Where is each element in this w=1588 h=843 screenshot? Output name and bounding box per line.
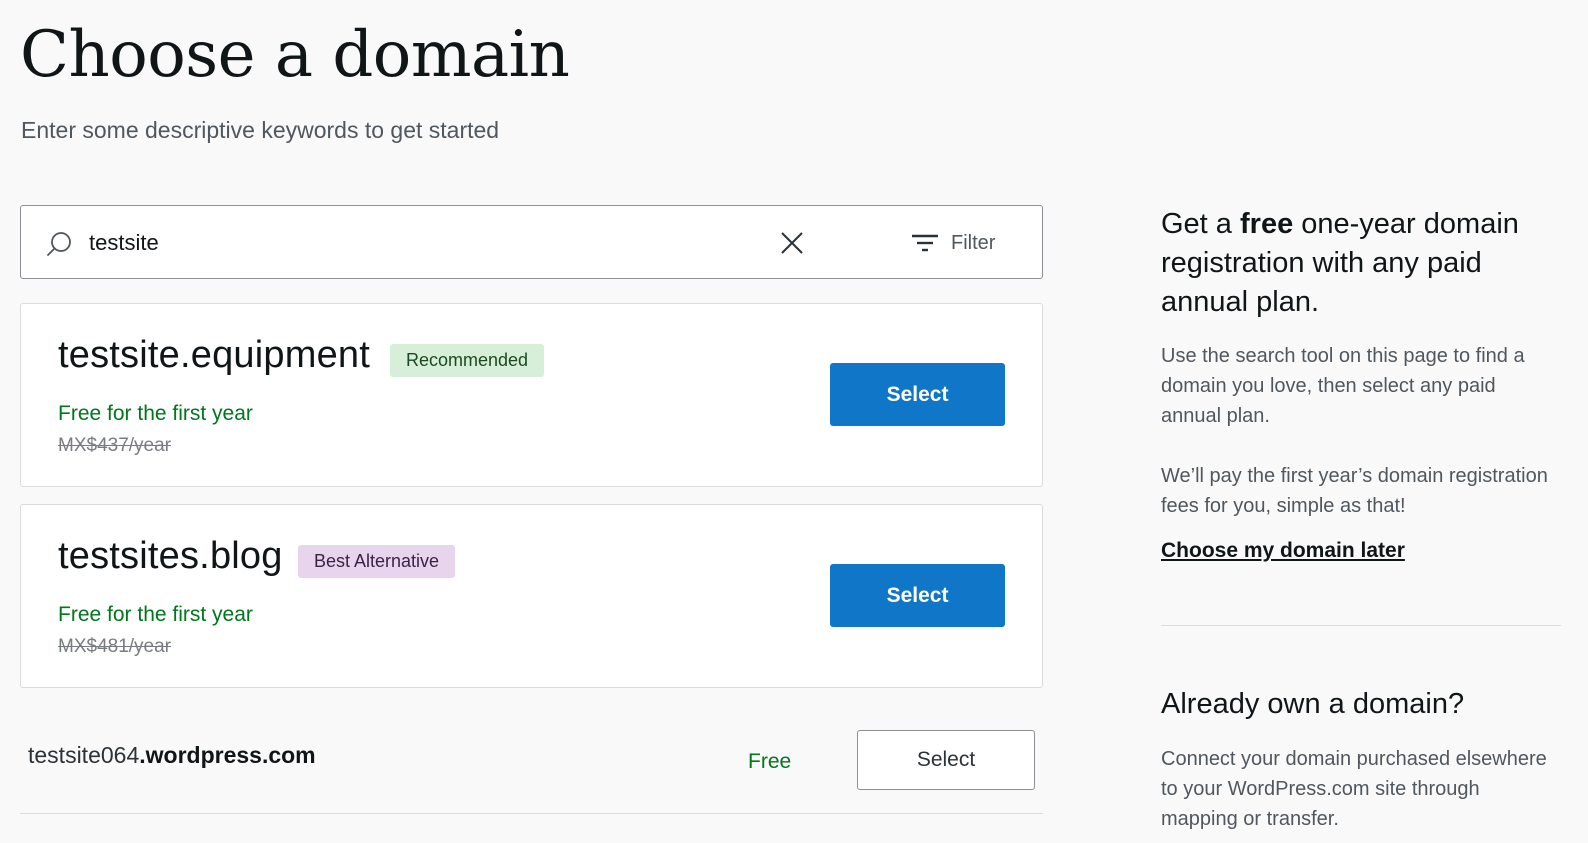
search-icon [47, 232, 71, 256]
select-free-button[interactable]: Select [857, 730, 1035, 790]
promo-heading: Get a free one-year domain registration … [1161, 205, 1561, 322]
domain-result-card: testsite.equipment Recommended Free for … [20, 303, 1043, 487]
promo-prefix: Get a [1161, 208, 1240, 240]
subdomain-suffix: .wordpress.com [139, 742, 316, 768]
select-button[interactable]: Select [830, 564, 1005, 627]
subdomain-name: testsite064 [28, 742, 140, 768]
choose-domain-later-link[interactable]: Choose my domain later [1161, 539, 1405, 563]
own-domain-description: Connect your domain purchased elsewhere … [1161, 748, 1547, 830]
free-subdomain: testsite064.wordpress.com [28, 742, 316, 769]
recommended-badge: Recommended [390, 344, 545, 377]
promo-bold: free [1240, 208, 1294, 240]
offer-text: Free for the first year [58, 402, 253, 425]
filter-icon [912, 234, 938, 252]
page: Choose a domain Enter some descriptive k… [0, 0, 1588, 843]
select-button[interactable]: Select [830, 363, 1005, 426]
own-domain-heading: Already own a domain? [1161, 688, 1465, 720]
free-subdomain-row: testsite064.wordpress.com Free Select [20, 706, 1043, 814]
clear-search-button[interactable] [777, 228, 807, 258]
filter-button[interactable]: Filter [911, 228, 995, 258]
promo-note: We’ll pay the first year’s domain regist… [1161, 465, 1548, 517]
domain-result-card: testsites.blog Best Alternative Free for… [20, 504, 1043, 688]
domain-name: testsite.equipment [58, 334, 370, 376]
page-title: Choose a domain [20, 18, 570, 92]
offer-text: Free for the first year [58, 603, 253, 626]
close-icon [781, 232, 803, 254]
domain-search-bar: Filter [20, 205, 1043, 279]
sidebar-divider [1161, 625, 1561, 626]
free-price: Free [748, 750, 792, 773]
original-price: MX$481/year [58, 636, 172, 657]
page-subtitle: Enter some descriptive keywords to get s… [21, 117, 500, 143]
search-input[interactable] [89, 224, 729, 262]
promo-description: Use the search tool on this page to find… [1161, 345, 1525, 427]
original-price: MX$437/year [58, 435, 172, 456]
domain-name: testsites.blog [58, 535, 283, 577]
best-alternative-badge: Best Alternative [298, 545, 456, 578]
filter-label: Filter [951, 231, 996, 254]
